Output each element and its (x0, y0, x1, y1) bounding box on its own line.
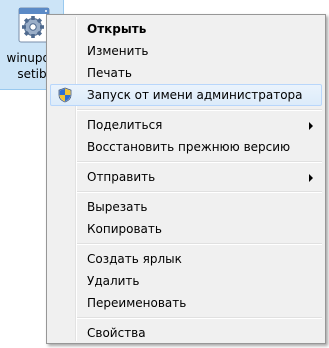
menu-item-label: Восстановить прежнюю версию (87, 140, 291, 154)
menu-item-label: Печать (87, 66, 132, 80)
context-menu: Открыть Изменить Печать Запуск от имени адм… (46, 14, 326, 344)
menu-item[interactable]: Восстановить прежнюю версию (50, 136, 322, 158)
menu-item[interactable]: Печать (50, 62, 322, 84)
menu-item[interactable]: Отправить (50, 166, 322, 188)
menu-item-label: Переименовать (87, 296, 187, 310)
menu-item[interactable]: Запуск от имени администратора (50, 84, 322, 106)
menu-item-label: Удалить (87, 274, 140, 288)
menu-separator (77, 109, 322, 111)
menu-separator (77, 191, 322, 193)
menu-separator (77, 161, 322, 163)
uac-shield-icon (58, 87, 72, 103)
menu-item-label: Отправить (87, 170, 156, 184)
menu-item[interactable]: Поделиться (50, 114, 322, 136)
menu-item-label: Свойства (87, 326, 146, 340)
submenu-arrow-icon (309, 174, 313, 182)
menu-item-label: Изменить (87, 44, 149, 58)
menu-item-label: Запуск от имени администратора (87, 88, 303, 102)
menu-item[interactable]: Открыть (50, 18, 322, 40)
menu-item-label: Открыть (87, 22, 147, 36)
menu-item[interactable]: Переименовать (50, 292, 322, 314)
submenu-arrow-icon (309, 122, 313, 130)
menu-item[interactable]: Изменить (50, 40, 322, 62)
menu-item[interactable]: Удалить (50, 270, 322, 292)
menu-item[interactable]: Свойства (50, 322, 322, 344)
menu-item-label: Создать ярлык (87, 252, 182, 266)
menu-item[interactable]: Создать ярлык (50, 248, 322, 270)
desktop: winupda setib Открыть Изменить Печать Запус… (0, 0, 329, 348)
menu-separator (77, 317, 322, 319)
menu-item-label: Вырезать (87, 200, 148, 214)
menu-item[interactable]: Копировать (50, 218, 322, 240)
menu-item[interactable]: Вырезать (50, 196, 322, 218)
menu-item-label: Поделиться (87, 118, 163, 132)
menu-item-label: Копировать (87, 222, 162, 236)
menu-separator (77, 243, 322, 245)
